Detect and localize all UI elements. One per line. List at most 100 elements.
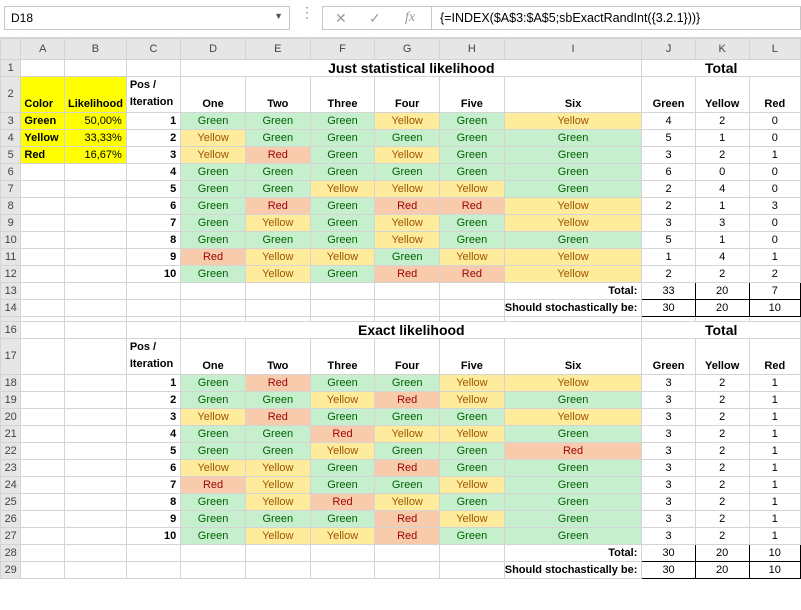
empty-cell[interactable] bbox=[125, 282, 182, 300]
color-cell[interactable]: Red bbox=[374, 391, 441, 409]
empty-cell[interactable] bbox=[64, 527, 127, 545]
total-count-cell[interactable]: 1 bbox=[641, 248, 696, 266]
column-header-j[interactable]: J bbox=[641, 38, 696, 60]
color-cell[interactable]: Green bbox=[244, 129, 311, 147]
iteration-number[interactable]: 8 bbox=[125, 493, 182, 511]
color-cell[interactable]: Green bbox=[439, 442, 505, 460]
color-cell[interactable]: Green bbox=[180, 510, 246, 528]
summary-value[interactable]: 20 bbox=[694, 282, 750, 300]
column-header-b[interactable]: B bbox=[64, 38, 127, 60]
empty-cell[interactable] bbox=[64, 459, 127, 477]
section2-header[interactable]: Four bbox=[374, 338, 441, 375]
iteration-number[interactable]: 10 bbox=[125, 265, 182, 283]
color-cell[interactable]: Green bbox=[180, 180, 246, 198]
color-cell[interactable]: Green bbox=[374, 442, 441, 460]
color-cell[interactable]: Red bbox=[180, 476, 246, 494]
total-count-cell[interactable]: 3 bbox=[748, 197, 801, 215]
section1-header-five[interactable]: Five bbox=[439, 76, 505, 113]
color-cell[interactable]: Green bbox=[503, 459, 643, 477]
drag-handle-icon[interactable]: ⋮ bbox=[300, 5, 314, 19]
total-count-cell[interactable]: 3 bbox=[641, 442, 696, 460]
empty-cell[interactable] bbox=[20, 408, 66, 426]
summary-value[interactable]: 10 bbox=[748, 544, 801, 562]
iteration-number[interactable]: 9 bbox=[125, 248, 182, 266]
legend-likelihood[interactable]: 16,67% bbox=[64, 146, 127, 164]
empty-cell[interactable] bbox=[20, 282, 66, 300]
color-cell[interactable]: Green bbox=[180, 374, 246, 392]
color-cell[interactable]: Green bbox=[180, 197, 246, 215]
column-header-a[interactable]: A bbox=[20, 38, 66, 60]
color-cell[interactable]: Green bbox=[309, 146, 376, 164]
color-cell[interactable]: Green bbox=[309, 510, 376, 528]
color-cell[interactable]: Green bbox=[439, 408, 505, 426]
color-cell[interactable]: Red bbox=[374, 527, 441, 545]
row-header[interactable]: 28 bbox=[0, 544, 22, 562]
color-cell[interactable]: Green bbox=[503, 476, 643, 494]
color-cell[interactable]: Yellow bbox=[503, 112, 643, 130]
color-cell[interactable]: Green bbox=[244, 442, 311, 460]
color-cell[interactable]: Yellow bbox=[439, 425, 505, 443]
empty-cell[interactable] bbox=[20, 180, 66, 198]
color-cell[interactable]: Green bbox=[503, 510, 643, 528]
empty-cell[interactable] bbox=[20, 527, 66, 545]
empty-cell[interactable] bbox=[125, 561, 182, 579]
total-count-cell[interactable]: 3 bbox=[641, 459, 696, 477]
total-count-cell[interactable]: 1 bbox=[748, 408, 801, 426]
should-label[interactable]: Should stochastically be: bbox=[503, 561, 643, 579]
iteration-number[interactable]: 4 bbox=[125, 163, 182, 181]
color-cell[interactable]: Yellow bbox=[244, 527, 311, 545]
total-count-cell[interactable]: 2 bbox=[641, 265, 696, 283]
empty-cell[interactable] bbox=[20, 476, 66, 494]
row-header-1[interactable]: 1 bbox=[0, 59, 22, 77]
empty-cell[interactable] bbox=[64, 425, 127, 443]
color-cell[interactable]: Red bbox=[180, 248, 246, 266]
row-header-16[interactable]: 16 bbox=[0, 321, 22, 339]
total-count-cell[interactable]: 0 bbox=[748, 214, 801, 232]
total-count-cell[interactable]: 3 bbox=[641, 476, 696, 494]
empty-cell[interactable] bbox=[439, 561, 505, 579]
empty-cell[interactable] bbox=[64, 248, 127, 266]
color-cell[interactable]: Red bbox=[439, 265, 505, 283]
empty-cell[interactable] bbox=[309, 544, 376, 562]
color-cell[interactable]: Green bbox=[374, 476, 441, 494]
total-count-cell[interactable]: 1 bbox=[748, 442, 801, 460]
total-count-cell[interactable]: 0 bbox=[748, 129, 801, 147]
color-cell[interactable]: Red bbox=[244, 146, 311, 164]
color-cell[interactable]: Yellow bbox=[244, 493, 311, 511]
color-cell[interactable]: Green bbox=[244, 510, 311, 528]
total-count-cell[interactable]: 0 bbox=[748, 180, 801, 198]
total-count-cell[interactable]: 3 bbox=[641, 510, 696, 528]
color-cell[interactable]: Green bbox=[503, 391, 643, 409]
color-cell[interactable]: Green bbox=[180, 493, 246, 511]
total-count-cell[interactable]: 3 bbox=[641, 527, 696, 545]
color-cell[interactable]: Red bbox=[439, 197, 505, 215]
empty-cell[interactable] bbox=[244, 544, 311, 562]
row-header[interactable]: 10 bbox=[0, 231, 22, 249]
empty-cell[interactable] bbox=[20, 321, 66, 339]
section2-header[interactable]: Three bbox=[309, 338, 376, 375]
color-cell[interactable]: Green bbox=[439, 129, 505, 147]
legend-color[interactable]: Red bbox=[20, 146, 66, 164]
color-cell[interactable]: Yellow bbox=[309, 527, 376, 545]
empty-cell[interactable] bbox=[64, 163, 127, 181]
summary-value[interactable]: 20 bbox=[694, 561, 750, 579]
color-cell[interactable]: Red bbox=[244, 408, 311, 426]
empty-cell[interactable] bbox=[64, 476, 127, 494]
row-header[interactable]: 5 bbox=[0, 146, 22, 164]
color-cell[interactable]: Yellow bbox=[244, 214, 311, 232]
color-cell[interactable]: Green bbox=[180, 391, 246, 409]
empty-cell[interactable] bbox=[374, 561, 441, 579]
color-cell[interactable]: Yellow bbox=[309, 248, 376, 266]
total-count-cell[interactable]: 2 bbox=[694, 527, 750, 545]
total-label[interactable]: Total: bbox=[503, 544, 643, 562]
total-count-cell[interactable]: 4 bbox=[641, 112, 696, 130]
total-count-cell[interactable]: 3 bbox=[641, 146, 696, 164]
total-count-cell[interactable]: 3 bbox=[641, 493, 696, 511]
color-cell[interactable]: Green bbox=[180, 112, 246, 130]
total-count-cell[interactable]: 1 bbox=[748, 459, 801, 477]
legend-header-likelihood[interactable]: Likelihood bbox=[64, 76, 127, 113]
empty-cell[interactable] bbox=[125, 299, 182, 317]
iteration-number[interactable]: 1 bbox=[125, 374, 182, 392]
summary-value[interactable]: 7 bbox=[748, 282, 801, 300]
summary-value[interactable]: 20 bbox=[694, 299, 750, 317]
